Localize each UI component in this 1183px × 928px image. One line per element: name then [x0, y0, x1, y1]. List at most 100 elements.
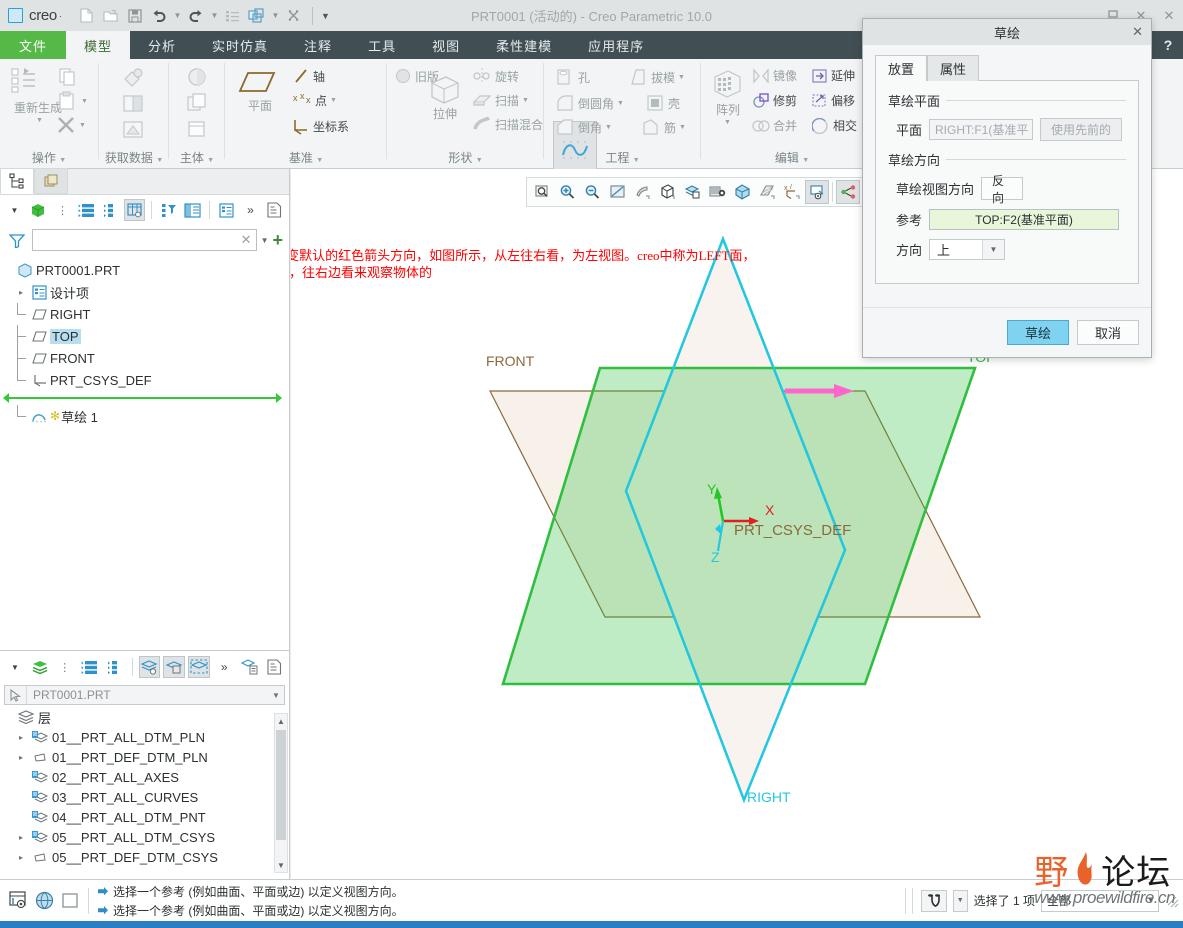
draft-dropdown-icon[interactable]: ▼: [678, 74, 685, 81]
layer-collapse-all-icon[interactable]: [104, 656, 126, 678]
list-item[interactable]: ▸ 01__PRT_ALL_DTM_PLN: [0, 727, 289, 747]
close-icon[interactable]: ✕: [1132, 24, 1143, 40]
list-item[interactable]: 03__PRT_ALL_CURVES: [0, 787, 289, 807]
tree-search-field[interactable]: [37, 232, 241, 248]
tree-more-icon[interactable]: »: [240, 199, 261, 221]
add-filter-icon[interactable]: +: [272, 231, 283, 249]
tree-item-right-plane[interactable]: RIGHT: [0, 303, 289, 325]
datum-point-dropdown-icon[interactable]: ▼: [330, 97, 337, 104]
tab-applications[interactable]: 应用程序: [570, 31, 662, 59]
cancel-button[interactable]: 取消: [1077, 320, 1139, 345]
tree-design-items-icon[interactable]: [216, 199, 237, 221]
paste-dropdown-icon[interactable]: ▼: [81, 98, 88, 105]
clear-search-icon[interactable]: ✕: [241, 232, 252, 248]
new-file-icon[interactable]: [76, 5, 98, 27]
tab-view[interactable]: 视图: [414, 31, 478, 59]
tree-show-icon[interactable]: [264, 199, 285, 221]
expander-icon[interactable]: ▸: [14, 753, 28, 762]
expander-icon[interactable]: ▸: [14, 833, 28, 842]
round-dropdown-icon[interactable]: ▼: [617, 100, 624, 107]
delete-button[interactable]: ▼: [56, 115, 86, 135]
rib-button[interactable]: 筋 ▼: [641, 117, 686, 137]
rib-dropdown-icon[interactable]: ▼: [679, 124, 686, 131]
repaint-icon[interactable]: [630, 180, 654, 204]
appearance-gallery-icon[interactable]: [705, 180, 729, 204]
filter-dropdown-icon[interactable]: ▼: [261, 236, 269, 245]
sweep-dropdown-icon[interactable]: ▼: [522, 97, 529, 104]
open-file-icon[interactable]: [100, 5, 122, 27]
qat-customize-icon[interactable]: ▼: [320, 6, 331, 26]
offset-button[interactable]: 偏移: [812, 92, 855, 109]
tree-collapse-all-icon[interactable]: [100, 199, 121, 221]
model-tree-tab[interactable]: [0, 168, 34, 194]
tree-filter-icon[interactable]: [158, 199, 179, 221]
save-icon[interactable]: [124, 5, 146, 27]
regenerate-icon[interactable]: [222, 5, 244, 27]
undo-icon[interactable]: [148, 5, 170, 27]
find-dropdown-icon[interactable]: ▼: [952, 889, 968, 912]
datum-csys-button[interactable]: 坐标系: [292, 117, 349, 135]
chamfer-button[interactable]: 倒角 ▼: [555, 117, 612, 137]
blank-panel-icon[interactable]: [60, 891, 80, 911]
layer-isolate-icon[interactable]: [163, 656, 186, 678]
shrinkwrap-button[interactable]: [122, 119, 146, 141]
list-item[interactable]: ▸ 01__PRT_DEF_DTM_PLN: [0, 747, 289, 767]
reference-value-field[interactable]: TOP:F2(基准平面): [929, 209, 1120, 230]
mirror-button[interactable]: 镜像: [752, 67, 797, 84]
chevron-down-icon[interactable]: ▼: [982, 240, 1005, 259]
layer-settings-dropdown-icon[interactable]: ▼: [4, 656, 26, 678]
tree-item-part[interactable]: PRT0001.PRT: [0, 259, 289, 281]
redo-icon[interactable]: [185, 5, 207, 27]
spin-center-icon[interactable]: [836, 180, 860, 204]
perspective-view-icon[interactable]: [730, 180, 754, 204]
tab-flexible-modeling[interactable]: 柔性建模: [478, 31, 570, 59]
direction-select[interactable]: 上 ▼: [929, 239, 1006, 260]
zoom-out-icon[interactable]: [580, 180, 604, 204]
tree-search-input[interactable]: ✕: [32, 229, 257, 251]
delete-dropdown-icon[interactable]: ▼: [79, 122, 86, 129]
tree-item-sketch[interactable]: ✻ 草绘 1: [0, 405, 289, 427]
layer-menu-icon[interactable]: ⋮: [54, 656, 76, 678]
sweep-button[interactable]: 扫描 ▼: [472, 91, 529, 109]
display-style-icon[interactable]: [755, 180, 779, 204]
expander-icon[interactable]: ▸: [14, 288, 28, 297]
tree-item-top-plane[interactable]: TOP: [0, 325, 289, 347]
chamfer-dropdown-icon[interactable]: ▼: [605, 124, 612, 131]
refit-icon[interactable]: [605, 180, 629, 204]
hole-button[interactable]: 孔: [555, 67, 590, 87]
undo-dropdown-icon[interactable]: ▼: [172, 6, 183, 26]
globe-icon[interactable]: [34, 891, 54, 911]
tab-properties[interactable]: 属性: [927, 55, 980, 81]
revolve-button[interactable]: 旋转: [472, 67, 519, 85]
zoom-box-icon[interactable]: [530, 180, 554, 204]
flip-direction-button[interactable]: 反向: [981, 174, 1024, 205]
regenerate-dropdown-icon[interactable]: ▼: [36, 117, 43, 124]
model-display-icon[interactable]: [8, 891, 28, 911]
tree-expand-all-icon[interactable]: [76, 199, 97, 221]
tab-tools[interactable]: 工具: [350, 31, 414, 59]
help-button[interactable]: ?: [1157, 31, 1179, 59]
expander-icon[interactable]: ▸: [14, 853, 28, 862]
layer-show-icon[interactable]: [138, 656, 161, 678]
tab-placement[interactable]: 放置: [875, 55, 928, 81]
use-previous-button[interactable]: 使用先前的: [1040, 118, 1123, 141]
scroll-up-icon[interactable]: ▲: [275, 714, 287, 728]
scrollbar-thumb[interactable]: [276, 730, 286, 840]
selection-filter-select[interactable]: 全部 ▼: [1041, 889, 1159, 912]
layer-model-dropdown-icon[interactable]: ▼: [268, 691, 284, 700]
body-new-button[interactable]: [186, 119, 210, 141]
resize-grip[interactable]: [1165, 894, 1179, 908]
find-icon[interactable]: [920, 889, 947, 912]
chevron-down-icon[interactable]: ▼: [1144, 896, 1158, 905]
extend-button[interactable]: 延伸: [812, 67, 855, 84]
merge-inherit-button[interactable]: [122, 93, 146, 115]
scroll-down-icon[interactable]: ▼: [275, 858, 287, 872]
layer-more-icon[interactable]: »: [213, 656, 235, 678]
plane-value-field[interactable]: RIGHT:F1(基准平: [929, 119, 1034, 140]
draft-button[interactable]: 拔模 ▼: [628, 67, 685, 87]
layer-list-icon[interactable]: [263, 656, 285, 678]
redo-dropdown-icon[interactable]: ▼: [209, 6, 220, 26]
close-window-icon[interactable]: [283, 5, 305, 27]
datum-axis-button[interactable]: 轴: [292, 67, 325, 85]
regenerate-button[interactable]: [10, 67, 40, 95]
